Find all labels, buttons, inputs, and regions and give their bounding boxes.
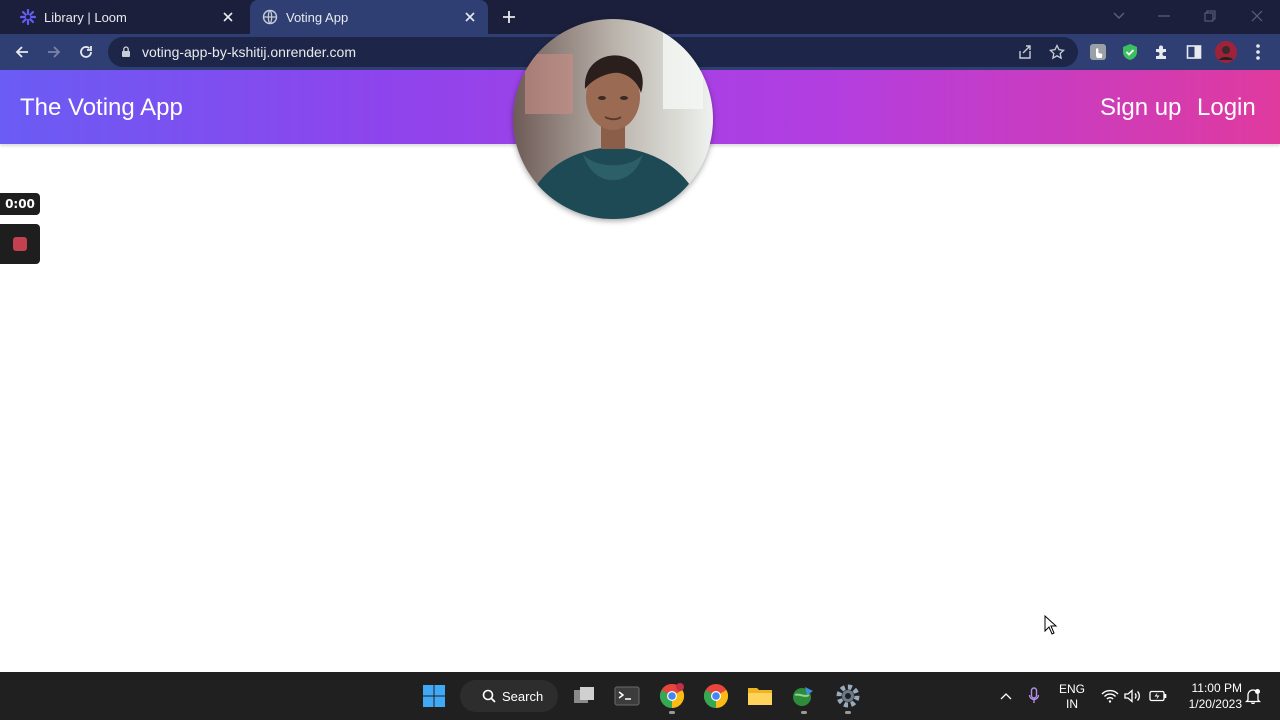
tab-library-loom[interactable]: Library | Loom [8,0,246,34]
close-window-icon[interactable] [1245,6,1269,26]
settings-gear-icon[interactable] [834,682,862,710]
signup-link[interactable]: Sign up [1100,94,1181,122]
restore-icon[interactable] [1198,6,1222,26]
search-label: Search [502,688,544,704]
windows-start-icon[interactable] [420,682,448,710]
language-code: ENG [1058,682,1085,696]
taskbar-clock[interactable]: 11:00 PM 1/20/2023 [1178,680,1242,712]
webcam-feed-image [513,19,713,219]
close-tab-icon[interactable] [460,7,480,27]
file-explorer-icon[interactable] [746,682,774,710]
url-text: voting-app-by-kshitij.onrender.com [142,44,356,60]
running-indicator [669,711,675,714]
recording-timer: 0:00 [0,193,40,215]
region-code: IN [1066,697,1078,711]
volume-icon[interactable] [1121,682,1145,710]
mouse-cursor-icon [1044,614,1058,635]
screen: Library | Loom Voting App voting-app-by-… [0,0,1280,720]
bookmark-star-icon[interactable] [1048,43,1066,61]
battery-icon[interactable] [1146,682,1170,710]
extension-touch-icon[interactable] [1086,40,1110,64]
forward-arrow-icon[interactable] [42,40,66,64]
wifi-icon[interactable] [1098,682,1122,710]
microphone-icon[interactable] [1022,682,1046,710]
profile-avatar-icon[interactable] [1214,40,1238,64]
close-tab-icon[interactable] [218,7,238,27]
login-link[interactable]: Login [1197,94,1256,122]
chrome-canary-icon[interactable] [658,682,686,710]
minimize-icon[interactable] [1152,6,1176,26]
task-view-icon[interactable] [570,682,598,710]
clock-time: 11:00 PM [1191,681,1242,695]
globe-icon [262,9,278,25]
tab-title: Library | Loom [44,9,127,25]
tab-title: Voting App [286,9,349,25]
shield-check-icon[interactable] [1118,40,1142,64]
language-indicator[interactable]: ENG IN [1055,682,1089,712]
terminal-icon[interactable] [613,682,641,710]
navbar-brand[interactable]: The Voting App [20,94,183,122]
tab-search-chevron-icon[interactable] [1107,6,1131,26]
browser-menu-icon[interactable] [1246,40,1270,64]
notification-bell-icon[interactable] [1243,682,1263,710]
windows-taskbar: Search ENG IN 11:00 PM 1/20/2023 [0,672,1280,720]
clock-date: 1/20/2023 [1188,697,1242,711]
tab-voting-app[interactable]: Voting App [250,0,488,34]
puzzle-extensions-icon[interactable] [1150,40,1174,64]
stop-recording-button[interactable] [0,224,40,264]
tray-chevron-up-icon[interactable] [994,682,1018,710]
lock-icon[interactable] [119,45,133,59]
chrome-icon[interactable] [702,682,730,710]
running-indicator [801,711,807,714]
network-globe-app-icon[interactable] [790,682,818,710]
search-icon [482,689,496,703]
new-tab-icon[interactable] [498,7,520,27]
loom-icon [20,9,36,25]
taskbar-search-button[interactable]: Search [460,680,558,712]
side-panel-icon[interactable] [1182,40,1206,64]
running-indicator [845,711,851,714]
share-icon[interactable] [1016,43,1034,61]
reload-icon[interactable] [74,40,98,64]
webcam-bubble[interactable] [513,19,713,219]
back-arrow-icon[interactable] [10,40,34,64]
stop-icon [13,237,27,251]
